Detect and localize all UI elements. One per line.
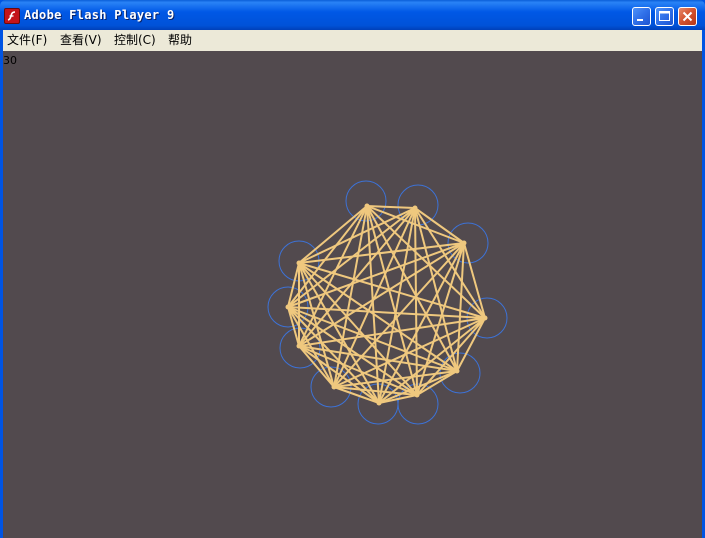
close-button[interactable]	[678, 7, 697, 26]
close-icon	[682, 11, 693, 22]
window-title: Adobe Flash Player 9	[24, 8, 175, 22]
menu-control[interactable]: 控制(C)	[114, 33, 156, 48]
maximize-icon	[659, 11, 670, 21]
maximize-button[interactable]	[655, 7, 674, 26]
graph-edge	[366, 205, 380, 404]
minimize-icon	[637, 19, 643, 21]
graph-node	[331, 384, 337, 390]
flash-stage[interactable]: 30	[3, 51, 702, 538]
title-bar[interactable]: Adobe Flash Player 9	[0, 0, 705, 30]
graph-node	[376, 400, 382, 406]
menu-bar: 文件(F) 查看(V) 控制(C) 帮助	[3, 30, 702, 51]
menu-help[interactable]: 帮助	[168, 33, 192, 48]
graph-node	[296, 343, 302, 349]
graph-node	[285, 304, 291, 310]
flash-player-icon	[4, 8, 20, 24]
graph-node	[461, 240, 467, 246]
minimize-button[interactable]	[632, 7, 651, 26]
graph-node	[414, 392, 420, 398]
flash-player-window: Adobe Flash Player 9 文件(F) 查看(V) 控制(C) 帮…	[0, 0, 705, 538]
menu-view[interactable]: 查看(V)	[60, 33, 102, 48]
menu-file[interactable]: 文件(F)	[7, 33, 47, 48]
graph-node	[454, 368, 460, 374]
graph-node	[296, 260, 302, 266]
graph-node	[482, 315, 488, 321]
graph-node	[412, 205, 418, 211]
graph-edge	[366, 205, 458, 372]
graph-edge	[414, 207, 418, 396]
graph-edges	[287, 205, 486, 404]
graph-node	[364, 203, 370, 209]
complete-graph-visualization	[267, 180, 508, 425]
